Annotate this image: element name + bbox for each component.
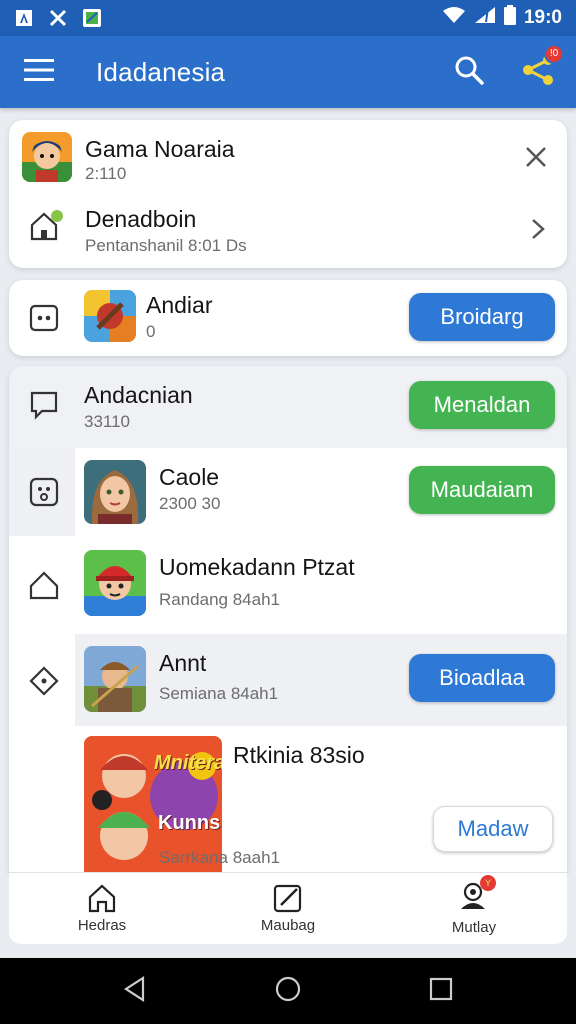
- nav-home[interactable]: Hedras: [9, 873, 195, 944]
- home-button-icon[interactable]: [274, 975, 302, 1008]
- tag-icon: [27, 664, 61, 698]
- list-item[interactable]: Andacnian 33110 Menaldan: [9, 366, 567, 448]
- game-thumbnail: [84, 646, 146, 712]
- bottom-nav: Hedras Maubag Y Mutlay: [9, 872, 567, 944]
- dice-icon: [27, 301, 61, 335]
- share-badge: !0: [544, 43, 564, 64]
- item-title: Caole: [159, 464, 220, 490]
- item-subtitle: Sarrkana 8aah1: [159, 848, 280, 867]
- item-title: Denadboin: [85, 206, 197, 232]
- game-card: Andiar 0 Broidarg: [9, 280, 567, 356]
- signal-icon: [474, 6, 496, 30]
- game-thumbnail: [84, 550, 146, 616]
- profile-icon-wrap: Y: [458, 875, 496, 915]
- list-item[interactable]: Gama Noaraia 2:110: [9, 120, 567, 192]
- nav-profile[interactable]: Y Mutlay: [381, 873, 567, 944]
- chevron-right-icon[interactable]: [531, 218, 545, 245]
- list-item[interactable]: Mnitera Kunns Rtkinia 83sio Sarrkana 8aa…: [9, 726, 567, 872]
- nav-label: Maubag: [260, 917, 316, 934]
- item-subtitle: 2300 30: [159, 494, 221, 513]
- item-subtitle: Randang 84ah1: [159, 590, 281, 609]
- chat-icon: [27, 388, 61, 422]
- system-nav-bar: [0, 958, 576, 1024]
- app-title: Idadanesia: [96, 56, 226, 87]
- notification-app-icon: [82, 8, 102, 28]
- list-item[interactable]: Caole 2300 30 Maudaiam: [9, 448, 567, 536]
- download-button[interactable]: Broidarg: [409, 293, 555, 341]
- status-bar: 19:0: [0, 0, 576, 36]
- close-icon[interactable]: [525, 146, 547, 173]
- promo-art-text: Mnitera: [154, 752, 222, 774]
- home-icon: [27, 568, 61, 602]
- edit-icon: [273, 884, 302, 913]
- list-item[interactable]: Uomekadann Ptzat Randang 84ah1: [9, 536, 567, 634]
- recents-icon[interactable]: [429, 977, 453, 1006]
- game-list: Andacnian 33110 Menaldan Caole 2300 30 M…: [9, 366, 567, 872]
- item-subtitle: 0: [146, 322, 156, 341]
- face-icon: [27, 475, 61, 509]
- item-title: Annt: [159, 650, 207, 676]
- home-status-icon: [29, 208, 63, 247]
- search-icon[interactable]: [454, 55, 484, 90]
- app-bar: Idadanesia !0: [0, 36, 576, 108]
- item-subtitle: 2:110: [85, 164, 127, 183]
- item-title: Gama Noaraia: [85, 136, 235, 162]
- item-subtitle: Semiana 84ah1: [159, 684, 279, 703]
- nav-label: Hedras: [77, 917, 127, 934]
- notification-pinwheel-icon: [48, 8, 68, 28]
- item-title: Uomekadann Ptzat: [159, 554, 355, 580]
- list-item[interactable]: Annt Semiana 84ah1 Bioadlaa: [9, 634, 567, 726]
- home-icon: [88, 884, 116, 913]
- nav-edit[interactable]: Maubag: [195, 873, 381, 944]
- notification-a-icon: [14, 8, 34, 28]
- item-subtitle: Pentanshanil 8:01 Ds: [85, 236, 247, 255]
- nav-label: Mutlay: [451, 919, 497, 936]
- install-button[interactable]: Menaldan: [409, 381, 555, 429]
- item-subtitle: 33110: [84, 412, 131, 431]
- game-thumbnail: [22, 132, 72, 182]
- item-title: Andiar: [146, 292, 213, 318]
- game-thumbnail: [84, 460, 146, 524]
- item-title: Rtkinia 83sio: [233, 742, 365, 768]
- back-icon[interactable]: [123, 975, 147, 1007]
- share-button[interactable]: !0: [522, 43, 564, 91]
- menu-icon[interactable]: [24, 58, 54, 87]
- promo-art-text: Kunns: [158, 812, 221, 834]
- battery-icon: [503, 5, 516, 31]
- game-thumbnail: [84, 290, 136, 342]
- download-button[interactable]: Bioadlaa: [409, 654, 555, 702]
- item-title: Andacnian: [84, 382, 193, 408]
- profile-badge: Y: [480, 875, 496, 891]
- notification-card: Gama Noaraia 2:110 Denadboin Pentanshani…: [9, 120, 567, 268]
- more-button[interactable]: Madaw: [433, 806, 553, 852]
- install-button[interactable]: Maudaiam: [409, 466, 555, 514]
- clock-time: 19:0: [523, 7, 562, 28]
- list-item[interactable]: Denadboin Pentanshanil 8:01 Ds: [9, 192, 567, 268]
- wifi-icon: [442, 6, 466, 30]
